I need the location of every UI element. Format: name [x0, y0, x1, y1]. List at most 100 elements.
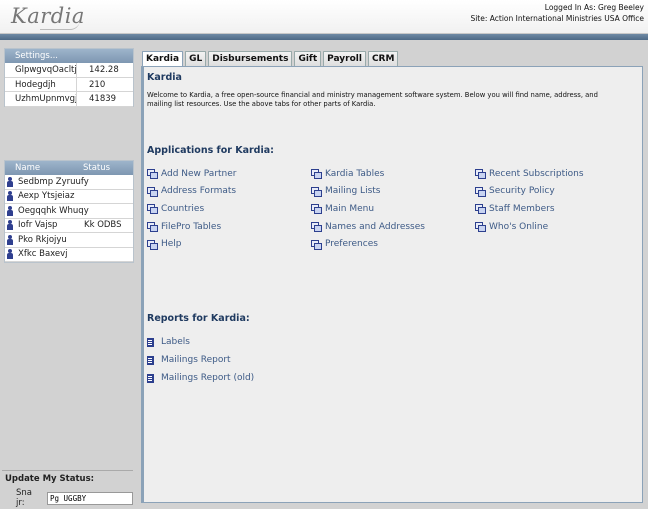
document-icon — [147, 355, 154, 365]
tab-disbursements[interactable]: Disbursements — [208, 51, 293, 66]
status-row[interactable]: Pko Rkjojyu — [5, 233, 133, 248]
status-row[interactable]: Aexp Ytsjeiaz — [5, 190, 133, 204]
status-name: Pko Rkjojyu — [18, 234, 67, 245]
settings-row: GlpwgvqOacltjl 142.28 — [5, 63, 133, 78]
reports-heading: Reports for Kardia: — [147, 313, 250, 324]
window-stack-icon — [147, 186, 158, 197]
tab-payroll[interactable]: Payroll — [323, 51, 366, 66]
app-link-label: Staff Members — [489, 203, 555, 214]
app-link-whos-online[interactable]: Who's Online — [475, 218, 584, 236]
app-link-label: Who's Online — [489, 221, 549, 232]
app-link-label: Security Policy — [489, 186, 555, 197]
status-column-header: Status — [83, 163, 111, 173]
name-column-header: Name — [15, 163, 41, 173]
app-link-address-formats[interactable]: Address Formats — [147, 183, 237, 201]
update-status-label: Sna jr: — [16, 488, 32, 508]
setting-key: UzhmUpnmvgj — [5, 92, 77, 106]
settings-header[interactable]: Settings... — [5, 49, 133, 63]
app-link-main-menu[interactable]: Main Menu — [311, 200, 425, 218]
app-link-mailing-lists[interactable]: Mailing Lists — [311, 183, 425, 201]
status-row[interactable]: Xfkc Baxevj — [5, 248, 133, 262]
update-status-row: Sna jr: — [2, 488, 133, 508]
person-icon — [7, 220, 13, 231]
app-link-security-policy[interactable]: Security Policy — [475, 183, 584, 201]
report-link-label: Labels — [161, 337, 190, 347]
app-link-countries[interactable]: Countries — [147, 200, 237, 218]
report-link-label: Mailings Report — [161, 355, 231, 365]
tab-kardia[interactable]: Kardia — [142, 51, 184, 67]
window-stack-icon — [147, 204, 158, 215]
status-name: Aexp Ytsjeiaz — [18, 191, 75, 202]
tab-gl[interactable]: GL — [185, 51, 207, 66]
status-name: Iofr Vajsp — [18, 220, 58, 231]
person-icon — [7, 191, 13, 202]
window-stack-icon — [475, 204, 486, 215]
settings-row: UzhmUpnmvgj 41839 — [5, 92, 133, 107]
app-link-label: Address Formats — [161, 186, 237, 197]
report-link-mailings-report-old[interactable]: Mailings Report (old) — [147, 369, 254, 387]
status-name: Sedbmp Zyruufy — [18, 176, 89, 187]
setting-value: 142.28 — [89, 65, 119, 75]
window-stack-icon — [311, 222, 322, 233]
tab-crm[interactable]: CRM — [367, 51, 399, 66]
app-link-label: FilePro Tables — [161, 221, 222, 232]
setting-key: GlpwgvqOacltjl — [5, 63, 77, 77]
reports-list: Labels Mailings Report Mailings Report (… — [147, 333, 254, 387]
report-link-labels[interactable]: Labels — [147, 333, 254, 351]
document-icon — [147, 373, 154, 383]
app-link-add-new-partner[interactable]: Add New Partner — [147, 165, 237, 183]
window-stack-icon — [475, 169, 486, 180]
logo-swoosh — [40, 20, 80, 30]
main-content-panel: Kardia Welcome to Kardia, a free open-so… — [141, 66, 643, 503]
app-link-label: Mailing Lists — [325, 186, 381, 197]
window-stack-icon — [147, 239, 158, 250]
window-stack-icon — [311, 186, 322, 197]
app-link-label: Kardia Tables — [325, 168, 385, 179]
status-name: Xfkc Baxevj — [18, 249, 68, 260]
applications-heading: Applications for Kardia: — [147, 145, 274, 156]
app-link-label: Countries — [161, 203, 205, 214]
page-title: Kardia — [147, 72, 182, 83]
update-status-form: Update My Status: Sna jr: — [2, 470, 133, 508]
app-link-help[interactable]: Help — [147, 235, 237, 253]
site-label: Site: Action International Ministries US… — [470, 14, 644, 23]
app-link-names-and-addresses[interactable]: Names and Addresses — [311, 218, 425, 236]
window-stack-icon — [475, 222, 486, 233]
app-link-kardia-tables[interactable]: Kardia Tables — [311, 165, 425, 183]
document-icon — [147, 337, 154, 347]
app-link-label: Names and Addresses — [325, 221, 425, 232]
setting-value: 210 — [89, 79, 106, 90]
status-list-header: Name Status — [5, 161, 133, 175]
app-link-recent-subscriptions[interactable]: Recent Subscriptions — [475, 165, 584, 183]
left-sidebar: Settings... GlpwgvqOacltjl 142.28 Hodegd… — [0, 40, 140, 509]
person-icon — [7, 249, 13, 260]
app-link-filepro-tables[interactable]: FilePro Tables — [147, 218, 237, 236]
status-row[interactable]: Iofr Vajsp Kk ODBS — [5, 219, 133, 233]
welcome-text: Welcome to Kardia, a free open-source fi… — [147, 91, 598, 108]
report-link-mailings-report[interactable]: Mailings Report — [147, 351, 254, 369]
settings-panel: Settings... GlpwgvqOacltjl 142.28 Hodegd… — [4, 48, 134, 107]
window-stack-icon — [311, 204, 322, 215]
person-icon — [7, 205, 13, 216]
window-stack-icon — [147, 222, 158, 233]
report-link-label: Mailings Report (old) — [161, 373, 255, 383]
logged-in-label: Logged In As: Greg Beeley — [544, 3, 644, 12]
status-value: Kk ODBS — [84, 220, 122, 231]
login-info: Logged In As: Greg Beeley Site: Action I… — [470, 2, 644, 24]
status-input[interactable] — [47, 491, 133, 505]
window-stack-icon — [147, 169, 158, 180]
app-link-preferences[interactable]: Preferences — [311, 235, 425, 253]
person-icon — [7, 176, 13, 187]
status-row[interactable]: Sedbmp Zyruufy — [5, 175, 133, 190]
app-link-staff-members[interactable]: Staff Members — [475, 200, 584, 218]
apps-column-1: Add New Partner Address Formats Countrie… — [147, 165, 237, 253]
app-link-label: Add New Partner — [161, 168, 237, 179]
settings-row: Hodegdjh 210 — [5, 77, 133, 92]
window-stack-icon — [475, 186, 486, 197]
apps-column-2: Kardia Tables Mailing Lists Main Menu Na… — [311, 165, 425, 253]
window-stack-icon — [311, 239, 322, 250]
app-link-label: Recent Subscriptions — [489, 168, 584, 179]
status-row[interactable]: Oegqqhk Whuqy — [5, 204, 133, 219]
app-link-label: Help — [161, 239, 182, 250]
tab-gift[interactable]: Gift — [294, 51, 322, 66]
